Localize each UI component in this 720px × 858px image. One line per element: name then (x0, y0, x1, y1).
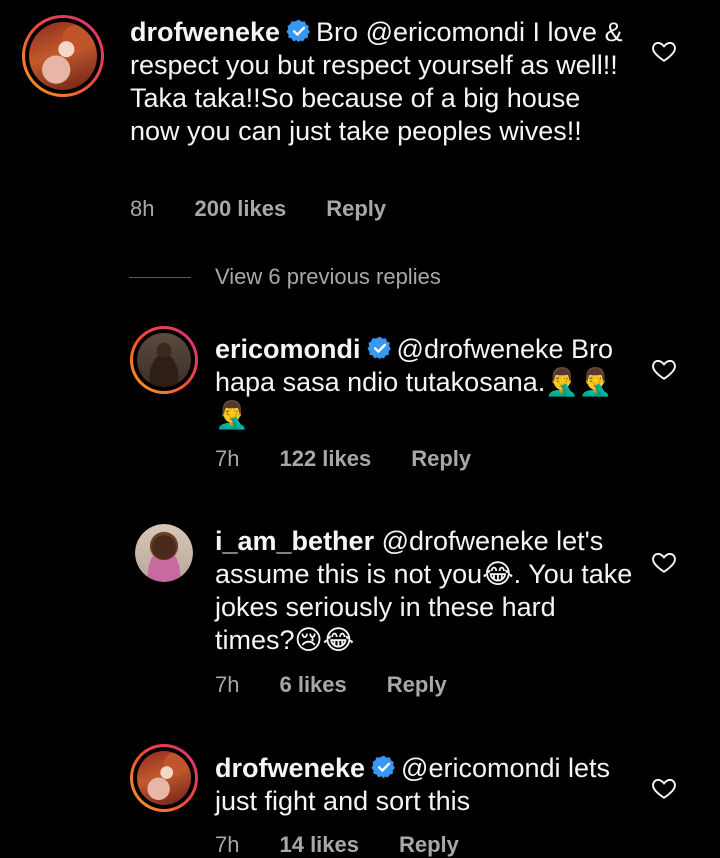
comment-body: drofweneke @ericomondi lets just fight an… (215, 752, 635, 818)
view-previous-replies[interactable]: View 6 previous replies (129, 264, 441, 290)
comment-meta: 7h 6 likes Reply (215, 672, 487, 698)
verified-badge-icon (371, 755, 395, 779)
heart-outline-icon[interactable] (651, 549, 677, 575)
comment-meta: 8h 200 likes Reply (130, 196, 426, 222)
comment-time: 7h (215, 672, 240, 697)
comment-username[interactable]: drofweneke (215, 753, 365, 783)
comment-time: 7h (215, 832, 240, 857)
comment-body: drofweneke Bro @ericomondi I love & respe… (130, 16, 630, 148)
verified-badge-icon (366, 336, 391, 360)
comment-likes[interactable]: 14 likes (279, 832, 359, 857)
comment-username[interactable]: ericomondi (215, 334, 361, 364)
comment-body: i_am_bether @drofweneke let's assume thi… (215, 525, 635, 657)
avatar-drofweneke[interactable] (22, 15, 104, 97)
comment-time: 7h (215, 446, 240, 471)
reply-button[interactable]: Reply (326, 196, 386, 221)
comment-meta: 7h 14 likes Reply (215, 832, 499, 858)
heart-outline-icon[interactable] (651, 356, 677, 382)
view-previous-label: View 6 previous replies (215, 264, 441, 289)
comment-username[interactable]: i_am_bether (215, 526, 374, 556)
comment-likes[interactable]: 122 likes (279, 446, 371, 471)
heart-outline-icon[interactable] (651, 38, 677, 64)
divider-line (129, 277, 191, 278)
verified-badge-icon (286, 19, 310, 43)
avatar-image (135, 524, 193, 582)
comment-username[interactable]: drofweneke (130, 17, 280, 47)
comment-time: 8h (130, 196, 155, 221)
comment-body: ericomondi @drofweneke Bro hapa sasa ndio… (215, 333, 635, 432)
avatar-image (137, 751, 191, 805)
avatar-ericomondi[interactable] (130, 326, 198, 394)
comment-meta: 7h 122 likes Reply (215, 446, 511, 472)
avatar-image (137, 333, 191, 387)
avatar-i-am-bether[interactable] (135, 524, 193, 582)
avatar-image (29, 22, 97, 90)
reply-button[interactable]: Reply (387, 672, 447, 697)
reply-button[interactable]: Reply (411, 446, 471, 471)
reply-button[interactable]: Reply (399, 832, 459, 857)
comment-likes[interactable]: 6 likes (279, 672, 346, 697)
avatar-drofweneke[interactable] (130, 744, 198, 812)
heart-outline-icon[interactable] (651, 775, 677, 801)
comment-likes[interactable]: 200 likes (194, 196, 286, 221)
